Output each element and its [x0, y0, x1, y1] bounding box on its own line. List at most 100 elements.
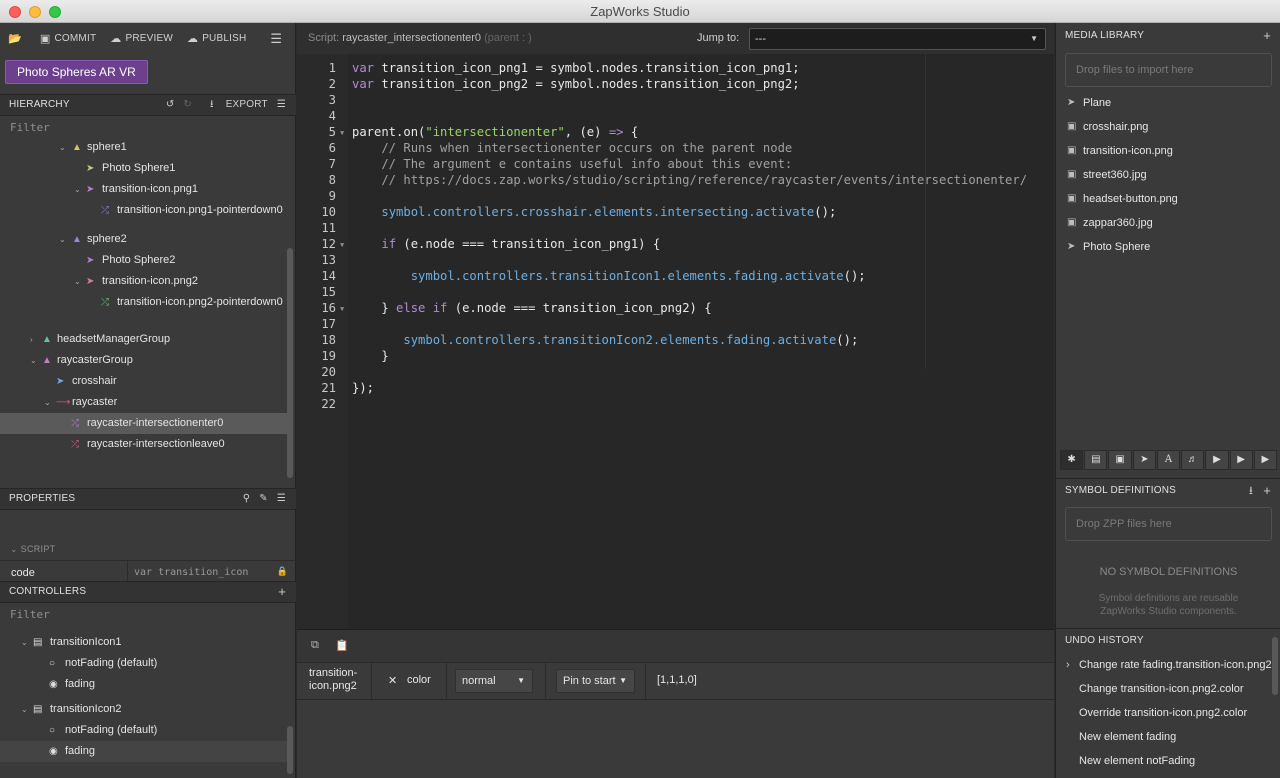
controllers-filter-input[interactable]: Filter: [10, 608, 50, 621]
export-button[interactable]: ⭳ EXPORT: [201, 95, 268, 115]
add-symbol-icon[interactable]: +: [1263, 480, 1271, 502]
chevron-down-icon[interactable]: ⌄: [59, 229, 66, 250]
fold-arrow-icon[interactable]: ▼: [340, 241, 344, 249]
tree-node-headset-manager-group[interactable]: › ▲ headsetManagerGroup: [0, 329, 290, 350]
publish-button[interactable]: ☁ PUBLISH: [187, 32, 246, 45]
add-controller-icon[interactable]: +: [278, 582, 286, 602]
tree-node-crosshair[interactable]: ➤ crosshair: [0, 371, 290, 392]
blend-mode-select[interactable]: normal ▼: [455, 669, 533, 693]
state-fading-2[interactable]: ◉ fading: [0, 741, 290, 762]
undo-item[interactable]: › Change rate fading.transition-icon.png2: [1056, 653, 1274, 677]
tree-node-transition-icon-png1-pointerdown0[interactable]: ⤮ transition-icon.png1-pointerdown0: [0, 200, 290, 221]
tree-node-sphere2[interactable]: ⌄ ▲ sphere2: [0, 229, 290, 250]
undo-icon[interactable]: ↺: [166, 95, 175, 115]
video-icon[interactable]: ▶: [1229, 450, 1253, 470]
chevron-down-icon[interactable]: ⌄: [74, 271, 81, 292]
state-not-fading-1[interactable]: ○ notFading (default): [0, 653, 290, 674]
undo-history-scrollbar[interactable]: [1272, 637, 1278, 695]
tree-node-raycaster-intersectionenter0[interactable]: ⤮ raycaster-intersectionenter0: [0, 413, 290, 434]
hierarchy-filter-input[interactable]: Filter: [10, 121, 50, 134]
close-window-button[interactable]: [9, 6, 21, 18]
code-line: var transition_icon_png1 = symbol.nodes.…: [352, 61, 800, 75]
pin-select[interactable]: Pin to start ▼: [556, 669, 635, 693]
add-media-icon[interactable]: +: [1263, 25, 1271, 47]
controller-transition-icon2[interactable]: ⌄ ▤ transitionIcon2: [0, 699, 290, 720]
chevron-down-icon[interactable]: ⌄: [30, 350, 37, 371]
radio-empty-icon[interactable]: ○: [49, 720, 55, 741]
radio-empty-icon[interactable]: ○: [49, 653, 55, 674]
controller-transition-icon1[interactable]: ⌄ ▤ transitionIcon1: [0, 632, 290, 653]
redo-icon[interactable]: ↻: [183, 95, 192, 115]
line-number: 16: [321, 301, 336, 315]
timeline-value-cell[interactable]: [1,1,1,0]: [646, 663, 1054, 699]
fold-arrow-icon[interactable]: ▼: [340, 129, 344, 137]
undo-history-header: UNDO HISTORY: [1056, 630, 1280, 652]
tree-node-transition-icon-png1[interactable]: ⌄ ➤ transition-icon.png1: [0, 179, 290, 200]
chevron-down-icon[interactable]: ⌄: [59, 137, 66, 158]
media-item-transition-icon[interactable]: ▣ transition-icon.png: [1056, 140, 1280, 162]
undo-item[interactable]: Override transition-icon.png2.color: [1056, 701, 1274, 725]
video-icon[interactable]: ▶: [1205, 450, 1229, 470]
radio-selected-icon[interactable]: ◉: [49, 741, 58, 762]
download-icon[interactable]: ⭳: [1249, 480, 1253, 502]
copy-icon[interactable]: ⧉: [311, 639, 319, 652]
audio-icon[interactable]: ♬: [1181, 450, 1205, 470]
timeline-target[interactable]: transition-icon.png2: [297, 663, 372, 699]
media-item-street360[interactable]: ▣ street360.jpg: [1056, 164, 1280, 186]
hierarchy-scrollbar[interactable]: [287, 248, 293, 478]
state-fading-1[interactable]: ◉ fading: [0, 674, 290, 695]
tree-node-transition-icon-png2-pointerdown0[interactable]: ⤮ transition-icon.png2-pointerdown0: [0, 292, 290, 313]
minimize-window-button[interactable]: [29, 6, 41, 18]
timeline-property[interactable]: ✕ color: [372, 663, 447, 699]
chevron-down-icon[interactable]: ⌄: [74, 179, 81, 200]
video-icon[interactable]: ▶: [1253, 450, 1277, 470]
fold-arrow-icon[interactable]: ▼: [340, 305, 344, 313]
undo-item[interactable]: Change transition-icon.png2.color: [1056, 677, 1274, 701]
asterisk-icon[interactable]: ✱: [1060, 450, 1084, 470]
search-icon[interactable]: ⚲: [243, 489, 251, 509]
file-icon[interactable]: ▤: [1084, 450, 1108, 470]
script-subsection[interactable]: ⌄ SCRIPT: [0, 539, 296, 559]
tree-node-photo-sphere2[interactable]: ➤ Photo Sphere2: [0, 250, 290, 271]
media-item-headset-button[interactable]: ▣ headset-button.png: [1056, 188, 1280, 210]
media-item-zappar360[interactable]: ▣ zappar360.jpg: [1056, 212, 1280, 234]
font-icon[interactable]: A: [1156, 450, 1181, 470]
symbol-dropzone[interactable]: Drop ZPP files here: [1065, 507, 1272, 541]
chevron-right-icon[interactable]: ›: [30, 329, 33, 350]
properties-menu-icon[interactable]: ☰: [277, 489, 286, 509]
media-item-crosshair[interactable]: ▣ crosshair.png: [1056, 116, 1280, 138]
media-item-plane[interactable]: ➤ Plane: [1056, 92, 1280, 114]
state-not-fading-2[interactable]: ○ notFading (default): [0, 720, 290, 741]
jump-to-select[interactable]: --- ▼: [749, 28, 1046, 50]
edit-icon[interactable]: ✎: [259, 489, 268, 509]
properties-title: PROPERTIES: [9, 493, 76, 504]
timeline-track-area[interactable]: [297, 700, 1054, 778]
chevron-down-icon[interactable]: ⌄: [21, 632, 28, 653]
tree-node-photo-sphere1[interactable]: ➤ Photo Sphere1: [0, 158, 290, 179]
controllers-scrollbar[interactable]: [287, 726, 293, 774]
chevron-down-icon[interactable]: ⌄: [44, 392, 51, 413]
project-name-button[interactable]: Photo Spheres AR VR: [5, 60, 148, 84]
tree-node-raycaster[interactable]: ⌄ ⟶ raycaster: [0, 392, 290, 413]
undo-item[interactable]: New element notFading: [1056, 749, 1274, 773]
radio-selected-icon[interactable]: ◉: [49, 674, 58, 695]
tree-node-raycaster-group[interactable]: ⌄ ▲ raycasterGroup: [0, 350, 290, 371]
zoom-window-button[interactable]: [49, 6, 61, 18]
hierarchy-menu-icon[interactable]: ☰: [277, 95, 286, 115]
media-item-photo-sphere[interactable]: ➤ Photo Sphere: [1056, 236, 1280, 258]
paste-icon[interactable]: 📋: [335, 639, 349, 652]
commit-button[interactable]: ▣ COMMIT: [40, 32, 96, 45]
tree-node-transition-icon-png2[interactable]: ⌄ ➤ transition-icon.png2: [0, 271, 290, 292]
hamburger-menu-icon[interactable]: ☰: [270, 31, 282, 47]
code-editor[interactable]: 1 2 3 4 5 6 7 8 9 10 11 12 13 14 15 16 1…: [297, 54, 1054, 629]
chevron-down-icon[interactable]: ⌄: [21, 699, 28, 720]
rocket-icon[interactable]: ➤: [1132, 450, 1156, 470]
remove-property-icon[interactable]: ✕: [388, 674, 397, 687]
image-icon[interactable]: ▣: [1108, 450, 1132, 470]
media-dropzone[interactable]: Drop files to import here: [1065, 53, 1272, 87]
tree-node-sphere1[interactable]: ⌄ ▲ sphere1: [0, 137, 290, 158]
tree-node-raycaster-intersectionleave0[interactable]: ⤮ raycaster-intersectionleave0: [0, 434, 290, 455]
open-folder-button[interactable]: 📂: [8, 32, 26, 45]
preview-button[interactable]: ☁ PREVIEW: [110, 32, 173, 45]
undo-item[interactable]: New element fading: [1056, 725, 1274, 749]
